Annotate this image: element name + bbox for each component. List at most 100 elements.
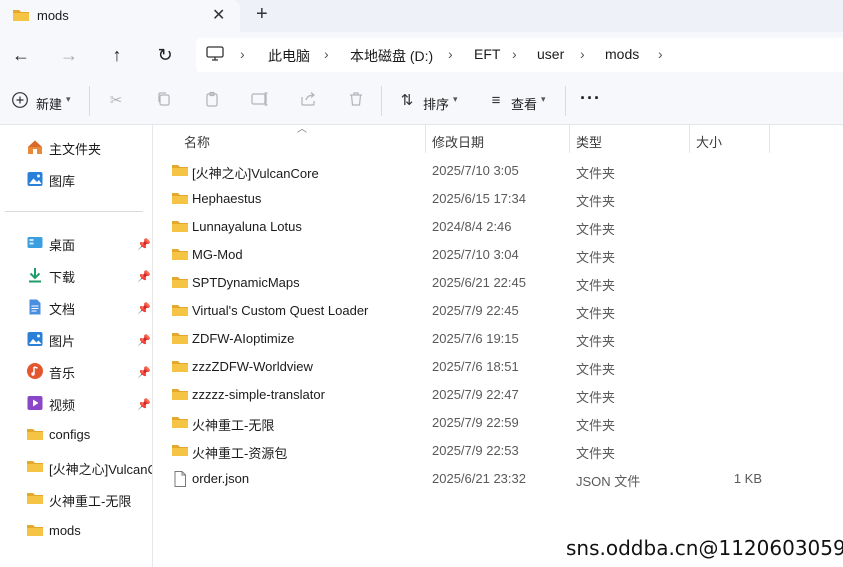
file-name: zzzZDFW-Worldview xyxy=(192,359,313,374)
chevron-down-icon[interactable]: ▾ xyxy=(66,94,71,105)
folder-icon xyxy=(26,490,44,509)
folder-icon xyxy=(171,386,189,405)
sort-button[interactable]: 排序 xyxy=(423,94,449,113)
folder-icon xyxy=(171,442,189,461)
plus-circle-icon[interactable] xyxy=(11,91,29,112)
this-pc-icon[interactable] xyxy=(206,46,224,65)
close-icon[interactable]: ✕ xyxy=(212,5,225,25)
chevron-right-icon[interactable]: › xyxy=(658,46,663,62)
table-row[interactable]: zzzzz-simple-translator 2025/7/9 22:47 文… xyxy=(153,380,843,408)
tab-title: mods xyxy=(37,8,69,23)
sort-ascending-icon: ︿ xyxy=(297,124,307,135)
copy-icon[interactable] xyxy=(154,91,174,111)
refresh-icon[interactable]: ↻ xyxy=(152,42,178,68)
rename-icon[interactable] xyxy=(250,91,270,111)
back-arrow-icon[interactable]: ← xyxy=(8,42,34,68)
new-button[interactable]: 新建 xyxy=(36,94,62,113)
breadcrumb-drive-d[interactable]: 本地磁盘 (D:) xyxy=(350,46,433,66)
address-bar[interactable]: › 此电脑 › 本地磁盘 (D:) › EFT › user › mods › xyxy=(196,38,843,72)
column-divider[interactable] xyxy=(689,125,690,153)
breadcrumb-eft[interactable]: EFT xyxy=(474,46,500,62)
folder-icon xyxy=(171,330,189,349)
forward-arrow-icon[interactable]: → xyxy=(56,42,82,68)
pin-icon[interactable]: 📌 xyxy=(137,302,151,315)
sidebar-item-downloads[interactable]: 下载 xyxy=(26,264,152,286)
chevron-right-icon[interactable]: › xyxy=(324,46,329,62)
trash-icon[interactable] xyxy=(346,91,366,111)
sidebar-item-home[interactable]: 主文件夹 xyxy=(26,136,152,158)
pin-icon[interactable]: 📌 xyxy=(137,238,151,251)
column-divider[interactable] xyxy=(769,125,770,153)
pin-icon[interactable]: 📌 xyxy=(137,398,151,411)
sidebar-item-vulcancore[interactable]: [火神之心]VulcanCore xyxy=(26,456,152,478)
column-header-size[interactable]: 大小 xyxy=(696,132,722,151)
file-name: order.json xyxy=(192,471,250,486)
share-icon[interactable] xyxy=(298,91,318,111)
column-header-type[interactable]: 类型 xyxy=(576,132,602,151)
sidebar-item-videos[interactable]: 视频 xyxy=(26,392,152,414)
sidebar-item-vulcan-infinite[interactable]: 火神重工-无限 xyxy=(26,488,152,510)
chevron-right-icon[interactable]: › xyxy=(512,46,517,62)
new-tab-button[interactable]: + xyxy=(256,3,268,26)
chevron-right-icon[interactable]: › xyxy=(580,46,585,62)
file-type: 文件夹 xyxy=(576,166,616,181)
sidebar-item-desktop[interactable]: 桌面 xyxy=(26,232,152,254)
sidebar-item-mods[interactable]: mods xyxy=(26,520,152,542)
sidebar-divider xyxy=(5,211,143,212)
column-header-name[interactable]: 名称 xyxy=(184,132,210,151)
sidebar-item-documents[interactable]: 文档 xyxy=(26,296,152,318)
watermark-text: sns.oddba.cn@1120603059 xyxy=(566,536,843,560)
table-row[interactable]: MG-Mod 2025/7/10 3:04 文件夹 xyxy=(153,240,843,268)
column-divider[interactable] xyxy=(425,125,426,153)
table-row[interactable]: zzzZDFW-Worldview 2025/7/6 18:51 文件夹 xyxy=(153,352,843,380)
pin-icon[interactable]: 📌 xyxy=(137,334,151,347)
breadcrumb-mods[interactable]: mods xyxy=(605,46,639,62)
view-button[interactable]: 查看 xyxy=(511,94,537,113)
column-divider[interactable] xyxy=(569,125,570,153)
file-type: 文件夹 xyxy=(576,306,616,321)
pin-icon[interactable]: 📌 xyxy=(137,366,151,379)
breadcrumb-this-pc[interactable]: 此电脑 xyxy=(268,46,310,66)
table-row[interactable]: Lunnayaluna Lotus 2024/8/4 2:46 文件夹 xyxy=(153,212,843,240)
table-row[interactable]: Hephaestus 2025/6/15 17:34 文件夹 xyxy=(153,184,843,212)
column-header-modified[interactable]: 修改日期 xyxy=(432,132,484,151)
file-size: 1 KB xyxy=(733,471,762,486)
file-name: MG-Mod xyxy=(192,247,243,262)
folder-icon xyxy=(171,302,189,321)
folder-icon xyxy=(171,190,189,209)
tab-bar: mods ✕ + xyxy=(0,0,843,32)
table-row[interactable]: order.json 2025/6/21 23:32 JSON 文件 1 KB xyxy=(153,464,843,492)
sidebar-item-label: 音乐 xyxy=(49,366,76,381)
more-options-button[interactable]: ··· xyxy=(580,88,601,109)
pin-icon[interactable]: 📌 xyxy=(137,270,151,283)
file-type: 文件夹 xyxy=(576,250,616,265)
sidebar-item-gallery[interactable]: 图库 xyxy=(26,168,152,190)
file-name: SPTDynamicMaps xyxy=(192,275,300,290)
paste-icon[interactable] xyxy=(202,91,222,111)
table-row[interactable]: 火神重工-无限 2025/7/9 22:59 文件夹 xyxy=(153,408,843,436)
table-row[interactable]: ZDFW-AIoptimize 2025/7/6 19:15 文件夹 xyxy=(153,324,843,352)
up-arrow-icon[interactable]: ↑ xyxy=(104,42,130,68)
file-name: [火神之心]VulcanCore xyxy=(192,166,319,181)
breadcrumb-user[interactable]: user xyxy=(537,46,564,62)
tab-mods[interactable]: mods ✕ xyxy=(0,0,240,32)
folder-icon xyxy=(26,426,44,445)
download-icon xyxy=(26,266,44,286)
view-icon[interactable]: ≡ xyxy=(486,91,506,111)
file-name: zzzzz-simple-translator xyxy=(192,387,325,402)
table-row[interactable]: [火神之心]VulcanCore 2025/7/10 3:05 文件夹 xyxy=(153,156,843,184)
sidebar-item-label: 主文件夹 xyxy=(49,142,102,157)
sidebar-item-pictures[interactable]: 图片 xyxy=(26,328,152,350)
table-row[interactable]: 火神重工-资源包 2025/7/9 22:53 文件夹 xyxy=(153,436,843,464)
chevron-down-icon[interactable]: ▾ xyxy=(541,94,546,105)
chevron-right-icon[interactable]: › xyxy=(448,46,453,62)
sort-icon[interactable]: ⇅ xyxy=(397,91,417,111)
chevron-right-icon[interactable]: › xyxy=(240,46,245,62)
sidebar-item-configs[interactable]: configs xyxy=(26,424,152,446)
chevron-down-icon[interactable]: ▾ xyxy=(453,94,458,105)
table-row[interactable]: SPTDynamicMaps 2025/6/21 22:45 文件夹 xyxy=(153,268,843,296)
file-explorer-window: mods ✕ + ← → ↑ ↻ › 此电脑 › 本地磁盘 (D:) › EFT… xyxy=(0,0,843,567)
sidebar-item-music[interactable]: 音乐 xyxy=(26,360,152,382)
cut-icon[interactable]: ✂ xyxy=(106,91,126,111)
table-row[interactable]: Virtual's Custom Quest Loader 2025/7/9 2… xyxy=(153,296,843,324)
